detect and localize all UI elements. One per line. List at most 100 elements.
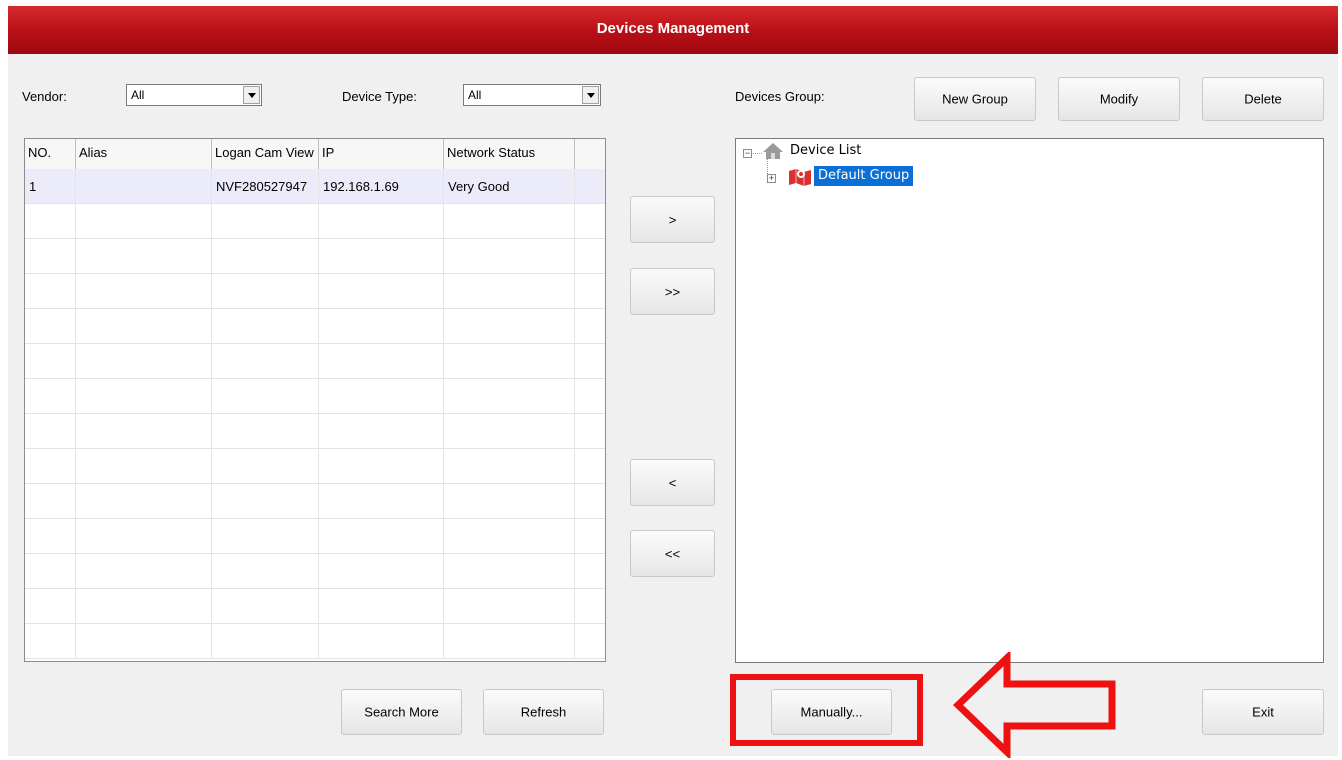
table-cell-empty: [444, 449, 575, 484]
remove-device-label: <: [668, 475, 677, 490]
title-bar: Devices Management: [8, 6, 1338, 54]
table-cell-empty: [76, 239, 212, 274]
table-row-empty: [25, 344, 605, 379]
table-cell-empty: [444, 204, 575, 239]
column-header-filler: [575, 139, 605, 169]
table-cell-empty: [444, 274, 575, 309]
remove-all-devices-button[interactable]: <<: [630, 530, 715, 577]
vendor-label: Vendor:: [22, 89, 67, 104]
table-cell-empty: [76, 554, 212, 589]
table-row-empty: [25, 449, 605, 484]
table-cell-empty: [76, 589, 212, 624]
modify-button[interactable]: Modify: [1058, 77, 1180, 121]
table-row-empty: [25, 624, 605, 659]
table-cell-empty: [444, 309, 575, 344]
table-cell-empty: [319, 274, 444, 309]
cell-alias: [76, 169, 212, 204]
table-cell-empty: [319, 519, 444, 554]
search-more-label: Search More: [364, 704, 439, 720]
device-type-select[interactable]: All: [463, 84, 601, 106]
table-header: NO. Alias Logan Cam View IP Network Stat…: [25, 139, 605, 170]
tree-item-default-group[interactable]: Default Group: [814, 166, 914, 186]
cell-ip: 192.168.1.69: [319, 169, 444, 204]
chevron-down-icon[interactable]: [582, 86, 599, 104]
search-more-button[interactable]: Search More: [341, 689, 462, 735]
table-row-empty: [25, 414, 605, 449]
table-row-empty: [25, 379, 605, 414]
column-header-name[interactable]: Logan Cam View: [212, 139, 319, 169]
table-cell-empty: [212, 344, 319, 379]
exit-button[interactable]: Exit: [1202, 689, 1324, 735]
table-cell-empty: [76, 274, 212, 309]
table-row[interactable]: 1 NVF280527947 192.168.1.69 Very Good: [25, 169, 605, 204]
column-header-ip[interactable]: IP: [319, 139, 444, 169]
column-header-network-status[interactable]: Network Status: [444, 139, 575, 169]
column-header-alias[interactable]: Alias: [76, 139, 212, 169]
vendor-select[interactable]: All: [126, 84, 262, 106]
window-title: Devices Management: [596, 20, 750, 37]
table-cell-empty: [319, 414, 444, 449]
refresh-button[interactable]: Refresh: [483, 689, 604, 735]
table-cell-empty: [444, 624, 575, 659]
table-row-empty: [25, 554, 605, 589]
table-cell-empty: [319, 449, 444, 484]
table-cell-empty: [212, 589, 319, 624]
add-device-label: >: [668, 212, 677, 227]
table-cell-empty: [212, 484, 319, 519]
add-all-label: >>: [664, 284, 681, 299]
expand-icon[interactable]: +: [767, 174, 776, 183]
table-cell-empty: [25, 519, 76, 554]
table-row-empty: [25, 204, 605, 239]
table-cell-empty: [319, 309, 444, 344]
table-cell-empty: [319, 554, 444, 589]
table-cell-empty: [444, 239, 575, 274]
table-cell-empty: [25, 449, 76, 484]
table-cell-empty: [212, 554, 319, 589]
table-cell-empty: [212, 379, 319, 414]
device-type-label: Device Type:: [342, 89, 417, 104]
pointer-arrow-icon: [952, 652, 1116, 758]
table-cell-empty: [25, 204, 76, 239]
table-cell-empty: [76, 379, 212, 414]
new-group-button[interactable]: New Group: [914, 77, 1036, 121]
tree-connector: [753, 153, 762, 154]
table-cell-empty: [212, 519, 319, 554]
devices-group-label: Devices Group:: [735, 89, 825, 104]
table-cell-empty: [76, 414, 212, 449]
table-cell-empty: [76, 309, 212, 344]
remove-device-button[interactable]: <: [630, 459, 715, 506]
delete-label: Delete: [1244, 91, 1282, 107]
device-type-select-value: All: [468, 88, 482, 102]
table-cell-empty: [319, 239, 444, 274]
device-table[interactable]: NO. Alias Logan Cam View IP Network Stat…: [24, 138, 606, 662]
collapse-icon[interactable]: −: [743, 149, 752, 158]
tree-root-label[interactable]: Device List: [790, 143, 861, 158]
delete-button[interactable]: Delete: [1202, 77, 1324, 121]
cell-name: NVF280527947: [212, 169, 319, 204]
table-cell-empty: [25, 344, 76, 379]
table-cell-empty: [212, 624, 319, 659]
column-header-no[interactable]: NO.: [25, 139, 76, 169]
table-cell-empty: [444, 519, 575, 554]
modify-label: Modify: [1099, 91, 1139, 107]
add-device-button[interactable]: >: [630, 196, 715, 243]
table-cell-empty: [76, 204, 212, 239]
table-cell-empty: [319, 379, 444, 414]
table-cell-empty: [444, 379, 575, 414]
cell-no: 1: [25, 169, 76, 204]
table-cell-empty: [212, 239, 319, 274]
device-group-tree[interactable]: − Device List + Default Group: [735, 138, 1324, 663]
table-cell-empty: [444, 484, 575, 519]
table-cell-empty: [25, 554, 76, 589]
add-all-devices-button[interactable]: >>: [630, 268, 715, 315]
table-cell-empty: [444, 554, 575, 589]
chevron-down-icon[interactable]: [243, 86, 260, 104]
remove-all-label: <<: [664, 546, 681, 561]
table-cell-empty: [319, 204, 444, 239]
table-cell-empty: [25, 484, 76, 519]
table-row-empty: [25, 239, 605, 274]
table-cell-empty: [212, 449, 319, 484]
table-cell-empty: [444, 589, 575, 624]
table-cell-empty: [25, 589, 76, 624]
table-cell-empty: [76, 344, 212, 379]
